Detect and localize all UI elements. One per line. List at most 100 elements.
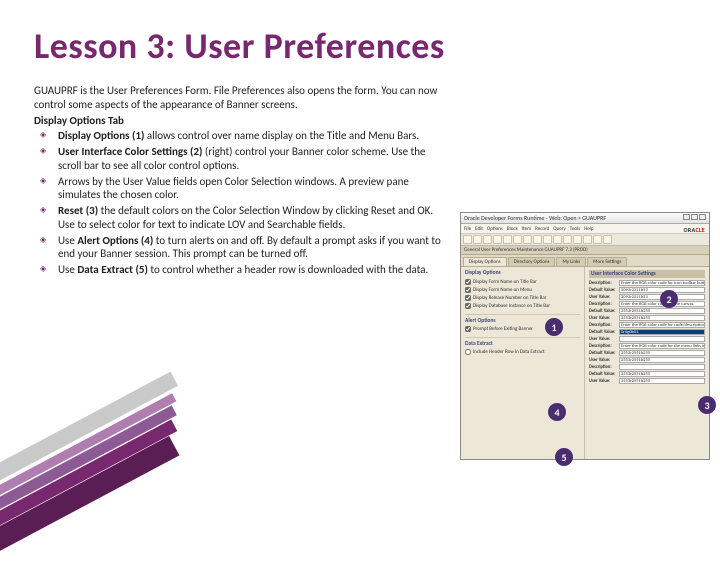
checkbox-label: Prompt Before Exiting Banner (473, 326, 533, 332)
field-label: Default Value: (589, 351, 619, 356)
checkbox[interactable] (465, 279, 471, 285)
callout-5: 5 (555, 448, 573, 466)
checkbox[interactable] (465, 295, 471, 301)
checkbox[interactable] (465, 287, 471, 293)
field-value[interactable]: 2553r2551b255 (619, 357, 705, 363)
field-row: User Value:2093r2311b53 (589, 294, 705, 300)
tool-icon[interactable] (523, 235, 532, 244)
field-value[interactable]: 2553r2551b255 (619, 350, 705, 356)
tab-display-options[interactable]: Display Options (463, 257, 507, 266)
maximize-icon[interactable] (691, 214, 698, 220)
tool-icon[interactable] (513, 235, 522, 244)
tool-icon[interactable] (593, 235, 602, 244)
intro-paragraph: GUAUPRF is the User Preferences Form. Fi… (34, 84, 444, 112)
menu-item[interactable]: Query (553, 226, 566, 232)
field-label: User Value: (589, 337, 619, 342)
tool-icon[interactable] (483, 235, 492, 244)
right-pane: User Interface Color Settings Descriptio… (585, 267, 709, 459)
tool-icon[interactable] (583, 235, 592, 244)
close-icon[interactable] (699, 214, 706, 220)
checkbox-label: Display Database Instance on Title Bar (473, 303, 550, 309)
field-row: User Value:2553r2551b255 (589, 315, 705, 321)
minimize-icon[interactable] (683, 214, 690, 220)
tool-icon[interactable] (463, 235, 472, 244)
section-title: Alert Options (465, 314, 580, 324)
field-row: Description: (589, 364, 705, 370)
menu-item[interactable]: Block (507, 226, 518, 232)
field-value[interactable]: 0r0g0b51 (619, 329, 705, 335)
field-row: Description:Enter the RGB color code for… (589, 322, 705, 328)
field-row: Default Value:0r0g0b51 (589, 329, 705, 335)
tool-icon[interactable] (563, 235, 572, 244)
screenshot-inset: Oracle Developer Forms Runtime - Web: Op… (460, 212, 710, 462)
callout-4: 4 (548, 403, 566, 421)
field-label: Default Value: (589, 330, 619, 335)
tool-icon[interactable] (533, 235, 542, 244)
menu-bar[interactable]: File Edit Options Block Item Record Quer… (461, 224, 709, 234)
tool-icon[interactable] (543, 235, 552, 244)
field-row: Default Value:2093r2311b53 (589, 287, 705, 293)
field-value[interactable]: Enter the RGB color code for code/descri… (619, 322, 705, 328)
menu-item[interactable]: Edit (475, 226, 483, 232)
callout-1: 1 (545, 318, 563, 336)
subheading: Display Options Tab (34, 114, 444, 128)
body-text: GUAUPRF is the User Preferences Form. Fi… (34, 84, 444, 279)
checkbox[interactable] (465, 326, 471, 332)
field-label: Description: (589, 281, 619, 286)
checkbox-label: Include Header Row in Data Extract (473, 349, 545, 355)
toolbar[interactable] (461, 234, 709, 246)
field-value[interactable]: Enter the RGB color code for the menu li… (619, 343, 705, 349)
checkbox-label: Display Form Name on Menu (473, 287, 532, 293)
window-controls[interactable] (682, 214, 706, 222)
field-value[interactable]: 2553r2551b255 (619, 371, 705, 377)
app-window: Oracle Developer Forms Runtime - Web: Op… (460, 212, 710, 460)
tool-icon[interactable] (553, 235, 562, 244)
window-titlebar: Oracle Developer Forms Runtime - Web: Op… (461, 213, 709, 224)
field-value[interactable]: 2553r2551b255 (619, 378, 705, 384)
tab-more-settings[interactable]: More Settings (587, 257, 627, 266)
tool-icon[interactable] (473, 235, 482, 244)
field-value[interactable] (619, 364, 705, 370)
list-item: Use Data Extract (5) to control whether … (40, 263, 444, 277)
field-value[interactable] (619, 336, 705, 342)
menu-item[interactable]: File (464, 226, 471, 232)
tool-icon[interactable] (573, 235, 582, 244)
field-row: Description:Enter the RGB color code for… (589, 301, 705, 307)
menu-item[interactable]: Record (535, 226, 549, 232)
checkbox-label: Display Form Name on Title Bar (473, 279, 537, 285)
menu-item[interactable]: Tools (570, 226, 580, 232)
tab-my-links[interactable]: My Links (556, 257, 586, 266)
field-label: Default Value: (589, 288, 619, 293)
field-label: Description: (589, 365, 619, 370)
field-row: User Value:2553r2551b255 (589, 378, 705, 384)
menu-item[interactable]: Help (584, 226, 593, 232)
tab-strip[interactable]: Display Options Directory Options My Lin… (461, 255, 709, 267)
menu-item[interactable]: Options (487, 226, 503, 232)
form-title-bar: General User Preferences Maintenance GUA… (461, 246, 709, 255)
field-value[interactable]: Enter the RGB color code for icon toolba… (619, 280, 705, 286)
checkbox[interactable] (465, 303, 471, 309)
field-row: Description:Enter the RGB color code for… (589, 343, 705, 349)
window-title: Oracle Developer Forms Runtime - Web: Op… (464, 214, 606, 222)
field-row: Default Value:2553r2551b255 (589, 371, 705, 377)
field-label: User Value: (589, 295, 619, 300)
field-label: Default Value: (589, 372, 619, 377)
field-label: Default Value: (589, 309, 619, 314)
field-value[interactable]: 2553r2551b255 (619, 315, 705, 321)
menu-item[interactable]: Item (522, 226, 531, 232)
field-row: User Value: (589, 336, 705, 342)
field-label: User Value: (589, 379, 619, 384)
field-row: Description:Enter the RGB color code for… (589, 280, 705, 286)
field-value[interactable]: 2553r2551b255 (619, 308, 705, 314)
field-label: User Value: (589, 358, 619, 363)
left-pane: Display Options Display Form Name on Tit… (461, 267, 585, 459)
checkbox-label: Display Release Number on Title Bar (473, 295, 546, 301)
list-item: Arrows by the User Value fields open Col… (40, 175, 444, 203)
tool-icon[interactable] (493, 235, 502, 244)
tool-icon[interactable] (603, 235, 612, 244)
tool-icon[interactable] (503, 235, 512, 244)
slide-title: Lesson 3: User Preferences (34, 24, 686, 68)
tab-directory-options[interactable]: Directory Options (508, 257, 556, 266)
checkbox[interactable] (465, 349, 471, 355)
field-label: Description: (589, 302, 619, 307)
